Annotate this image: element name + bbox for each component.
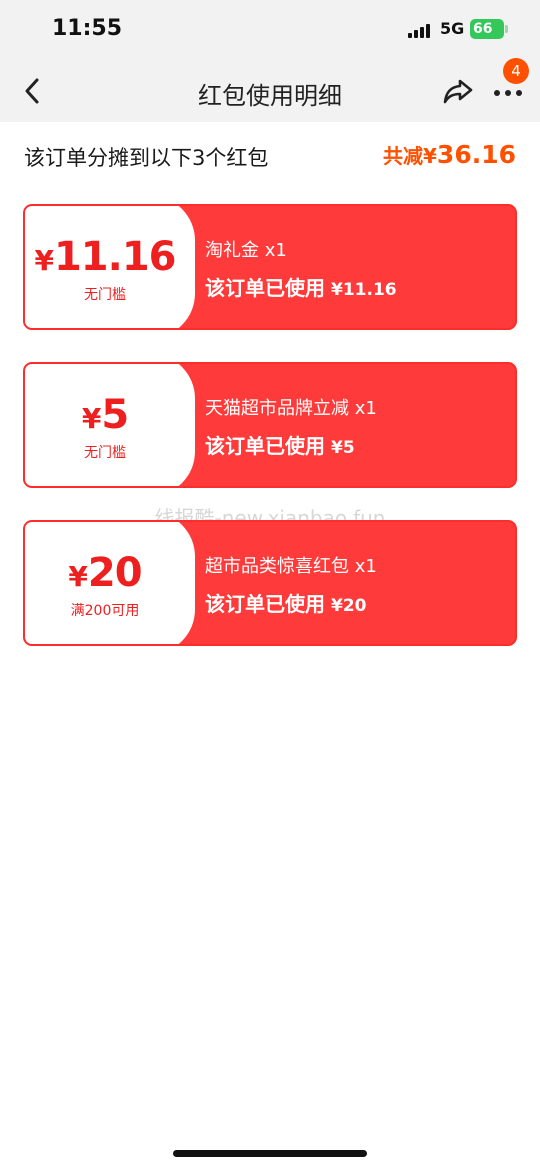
coupon-card[interactable]: ¥20 满200可用 超市品类惊喜红包 x1 该订单已使用 ¥20 [23, 520, 517, 646]
total-label: 共减 [383, 144, 423, 168]
battery-icon: 66 [470, 19, 508, 39]
summary-text: 该订单分摊到以下3个红包 [24, 146, 269, 170]
total-discount: 共减¥36.16 [383, 140, 516, 169]
coupon-name: 超市品类惊喜红包 x1 [205, 556, 377, 577]
home-indicator[interactable] [173, 1150, 367, 1157]
coupon-name: 淘礼金 x1 [205, 240, 287, 261]
coupon-condition: 无门槛 [84, 287, 126, 303]
coupon-card[interactable]: ¥11.16 无门槛 淘礼金 x1 该订单已使用 ¥11.16 [23, 204, 517, 330]
coupon-amount: ¥5 [81, 392, 129, 438]
nav-bar: 红包使用明细 [0, 60, 540, 122]
coupon-condition: 无门槛 [84, 445, 126, 461]
status-time: 11:55 [52, 16, 123, 41]
coupon-name: 天猫超市品牌立减 x1 [205, 398, 377, 419]
notification-badge: 4 [503, 58, 529, 84]
total-currency: ¥ [423, 144, 437, 168]
summary-row: 该订单分摊到以下3个红包 共减¥36.16 [0, 122, 540, 192]
coupon-used: 该订单已使用 ¥20 [205, 592, 367, 616]
share-icon [443, 79, 473, 104]
share-button[interactable] [440, 74, 476, 108]
coupon-used: 该订单已使用 ¥5 [205, 434, 355, 458]
coupon-amount: ¥20 [68, 550, 142, 596]
signal-icon [408, 24, 434, 38]
status-bar: 11:55 5G 66 [0, 0, 540, 60]
total-amount: 36.16 [436, 140, 516, 169]
coupon-condition: 满200可用 [70, 603, 140, 619]
coupon-amount: ¥11.16 [34, 234, 176, 280]
coupon-card[interactable]: ¥5 无门槛 天猫超市品牌立减 x1 该订单已使用 ¥5 [23, 362, 517, 488]
network-label: 5G [440, 19, 465, 38]
coupon-used: 该订单已使用 ¥11.16 [205, 276, 397, 300]
